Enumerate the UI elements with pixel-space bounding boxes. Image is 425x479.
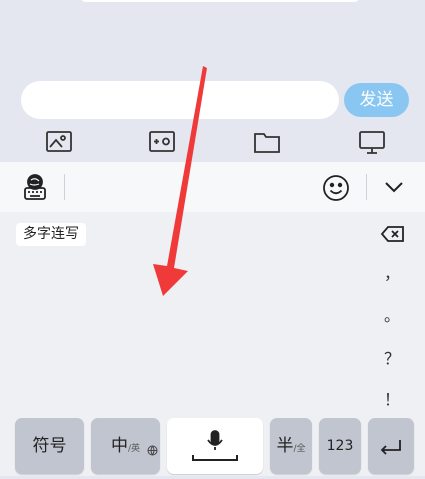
punct-question-key[interactable]: ？ xyxy=(378,345,406,369)
enter-icon xyxy=(380,440,401,455)
symbols-key[interactable]: 符号 xyxy=(15,418,84,474)
camera-icon[interactable] xyxy=(147,127,177,157)
keyboard-settings-icon[interactable] xyxy=(20,173,50,201)
globe-icon xyxy=(147,423,158,456)
emoji-icon[interactable] xyxy=(321,173,351,203)
screen-share-icon[interactable] xyxy=(357,127,387,157)
message-bubble xyxy=(80,0,360,2)
chinese-english-key[interactable]: 中/英 xyxy=(91,418,160,474)
enter-key[interactable] xyxy=(368,418,414,474)
chevron-down-icon[interactable] xyxy=(381,176,407,198)
microphone-icon xyxy=(192,430,238,461)
image-icon[interactable] xyxy=(44,127,74,157)
keyboard-toolbar xyxy=(0,162,425,212)
multi-word-chip[interactable]: 多字连写 xyxy=(16,223,86,246)
keyboard: 多字连写 ， 。 ？ ！ 符号 中/英 半/全 123 xyxy=(0,162,425,476)
message-input[interactable] xyxy=(21,81,339,119)
half-width-label: 半 xyxy=(276,436,294,456)
symbols-key-label: 符号 xyxy=(32,436,67,456)
space-key[interactable] xyxy=(167,418,263,474)
numbers-key[interactable]: 123 xyxy=(319,418,361,474)
send-button[interactable]: 发送 xyxy=(344,83,409,117)
punct-period-key[interactable]: 。 xyxy=(378,302,406,326)
half-full-width-key[interactable]: 半/全 xyxy=(270,418,312,474)
chinese-key-label: 中 xyxy=(110,436,128,456)
numbers-key-label: 123 xyxy=(326,438,354,454)
toolbar-divider xyxy=(366,174,367,200)
full-width-sub-label: /全 xyxy=(293,444,306,454)
punct-exclaim-key[interactable]: ！ xyxy=(378,386,406,410)
toolbar-divider xyxy=(64,174,65,200)
punct-comma-key[interactable]: ， xyxy=(378,260,406,284)
backspace-icon[interactable] xyxy=(380,224,406,244)
english-sub-label: /英 xyxy=(127,444,141,454)
folder-icon[interactable] xyxy=(252,127,282,157)
chat-input-area: 发送 xyxy=(0,0,425,162)
